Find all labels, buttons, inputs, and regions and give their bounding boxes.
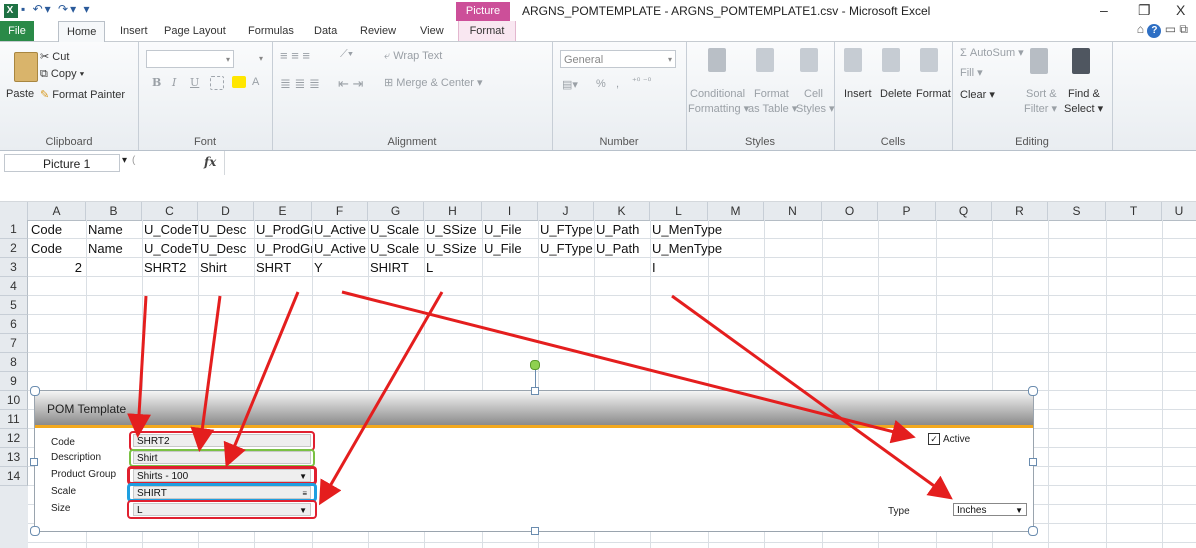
arrow-description — [190, 295, 222, 452]
annotation-arrows — [127, 290, 953, 506]
arrow-code — [127, 295, 152, 438]
arrow-active — [341, 290, 916, 444]
arrow-product-group — [223, 291, 300, 468]
arrow-type — [671, 294, 953, 500]
arrow-size — [319, 291, 444, 506]
